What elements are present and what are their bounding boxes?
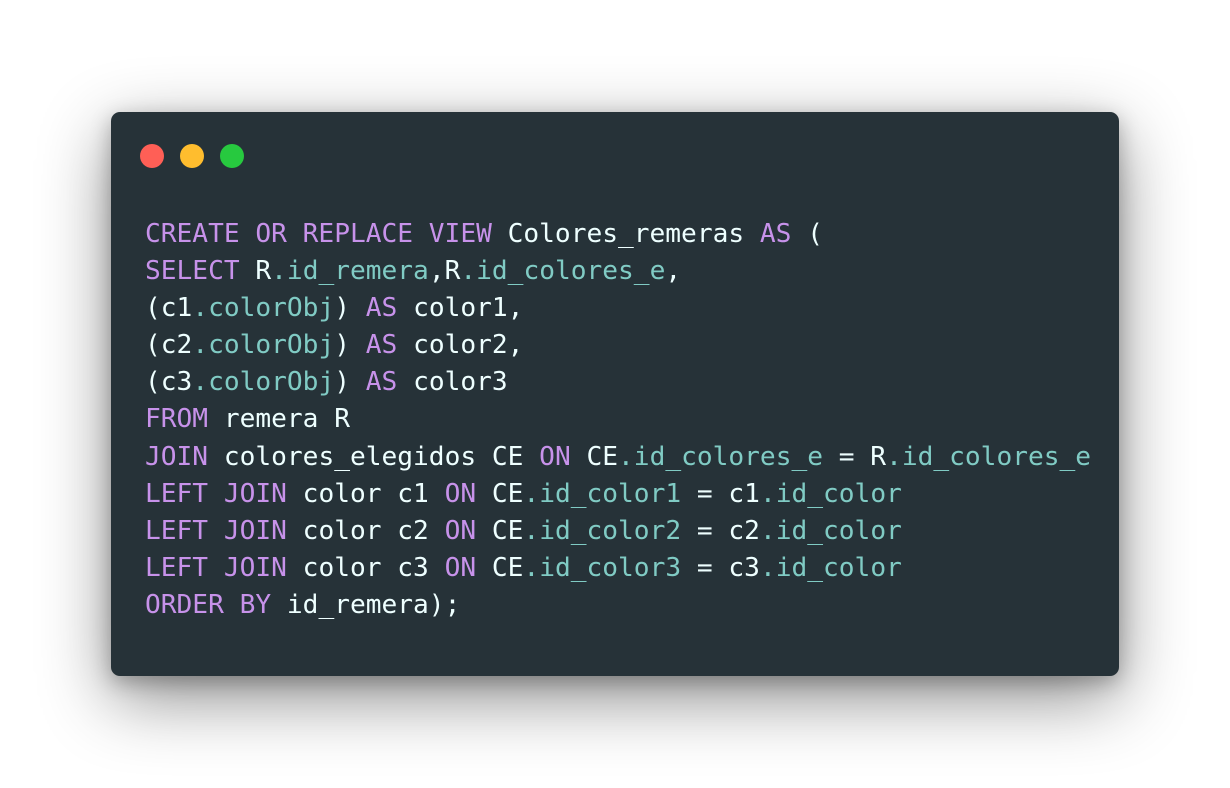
code-keyword: LEFT JOIN bbox=[145, 478, 287, 509]
code-line: LEFT JOIN color c2 ON CE.id_color2 = c2.… bbox=[145, 513, 1091, 550]
code-keyword: AS bbox=[365, 293, 398, 324]
code-text: id_remera); bbox=[271, 589, 461, 620]
code-property: .id_color3 bbox=[523, 552, 682, 583]
code-keyword: SELECT bbox=[145, 256, 240, 287]
code-keyword: AS bbox=[759, 219, 792, 249]
code-property: .colorObj bbox=[192, 293, 335, 324]
code-keyword: ON bbox=[444, 478, 477, 509]
code-property: .id_color2 bbox=[523, 515, 682, 546]
code-text: R bbox=[239, 256, 272, 287]
minimize-button[interactable] bbox=[180, 144, 204, 168]
code-text: CE bbox=[476, 552, 524, 583]
code-text: = c3 bbox=[681, 552, 760, 583]
code-keyword: JOIN bbox=[145, 441, 209, 472]
code-text: color c1 bbox=[286, 478, 445, 509]
code-text: (c3 bbox=[145, 367, 193, 398]
code-text: color1, bbox=[397, 293, 524, 324]
code-text: = c2 bbox=[681, 515, 760, 546]
code-keyword: CREATE OR REPLACE VIEW bbox=[145, 219, 492, 249]
code-keyword: ON bbox=[444, 552, 477, 583]
close-button[interactable] bbox=[140, 144, 164, 168]
code-line: LEFT JOIN color c1 ON CE.id_color1 = c1.… bbox=[145, 476, 1091, 513]
code-text: ) bbox=[334, 330, 366, 361]
code-text: ( bbox=[791, 219, 823, 249]
code-property: .id_color bbox=[759, 478, 902, 509]
code-property: .colorObj bbox=[192, 330, 335, 361]
code-text: ) bbox=[334, 293, 366, 324]
code-property: .colorObj bbox=[192, 367, 335, 398]
code-line: SELECT R.id_remera,R.id_colores_e, bbox=[145, 253, 1091, 290]
code-property: .id_colores_e bbox=[886, 441, 1092, 472]
code-property: .id_colores_e bbox=[460, 256, 666, 287]
code-line: CREATE OR REPLACE VIEW Colores_remeras A… bbox=[145, 216, 1091, 253]
code-keyword: LEFT JOIN bbox=[145, 515, 287, 546]
code-keyword: AS bbox=[365, 367, 398, 398]
code-text: (c2 bbox=[145, 330, 193, 361]
code-text: color2, bbox=[397, 330, 524, 361]
code-text: ,R bbox=[428, 256, 461, 287]
window-controls bbox=[140, 144, 244, 168]
code-text: , bbox=[665, 256, 682, 287]
zoom-button[interactable] bbox=[220, 144, 244, 168]
code-line: (c3.colorObj) AS color3 bbox=[145, 364, 1091, 401]
code-text: CE bbox=[570, 441, 619, 472]
code-text: = R bbox=[823, 441, 887, 472]
code-text: CE bbox=[476, 515, 524, 546]
code-text: Colores_remeras bbox=[491, 219, 760, 249]
code-text: (c1 bbox=[145, 293, 193, 324]
code-line: LEFT JOIN color c3 ON CE.id_color3 = c3.… bbox=[145, 550, 1091, 587]
code-line: (c1.colorObj) AS color1, bbox=[145, 290, 1091, 327]
code-text: ) bbox=[334, 367, 366, 398]
code-line: ORDER BY id_remera); bbox=[145, 587, 1091, 624]
code-text: remera R bbox=[208, 404, 350, 435]
code-keyword: FROM bbox=[145, 404, 209, 435]
code-keyword: ON bbox=[444, 515, 477, 546]
code-line: JOIN colores_elegidos CE ON CE.id_colore… bbox=[145, 439, 1091, 476]
code-keyword: LEFT JOIN bbox=[145, 552, 287, 583]
code-property: .id_color bbox=[759, 515, 902, 546]
code-keyword: AS bbox=[365, 330, 398, 361]
code-line: (c2.colorObj) AS color2, bbox=[145, 327, 1091, 364]
code-text: color3 bbox=[397, 367, 508, 398]
code-window: CREATE OR REPLACE VIEW Colores_remeras A… bbox=[111, 112, 1119, 676]
code-property: .id_color1 bbox=[523, 478, 682, 509]
code-property: .id_color bbox=[759, 552, 902, 583]
code-line: FROM remera R bbox=[145, 401, 1091, 438]
code-block: CREATE OR REPLACE VIEW Colores_remeras A… bbox=[145, 216, 1091, 624]
code-keyword: ORDER BY bbox=[145, 589, 272, 620]
code-text: CE bbox=[476, 478, 524, 509]
code-text: = c1 bbox=[681, 478, 760, 509]
code-property: .id_remera bbox=[271, 256, 429, 287]
code-keyword: ON bbox=[539, 441, 571, 472]
code-text: color c2 bbox=[286, 515, 445, 546]
code-property: .id_colores_e bbox=[618, 441, 823, 472]
code-text: colores_elegidos CE bbox=[208, 441, 540, 472]
code-text: color c3 bbox=[286, 552, 445, 583]
